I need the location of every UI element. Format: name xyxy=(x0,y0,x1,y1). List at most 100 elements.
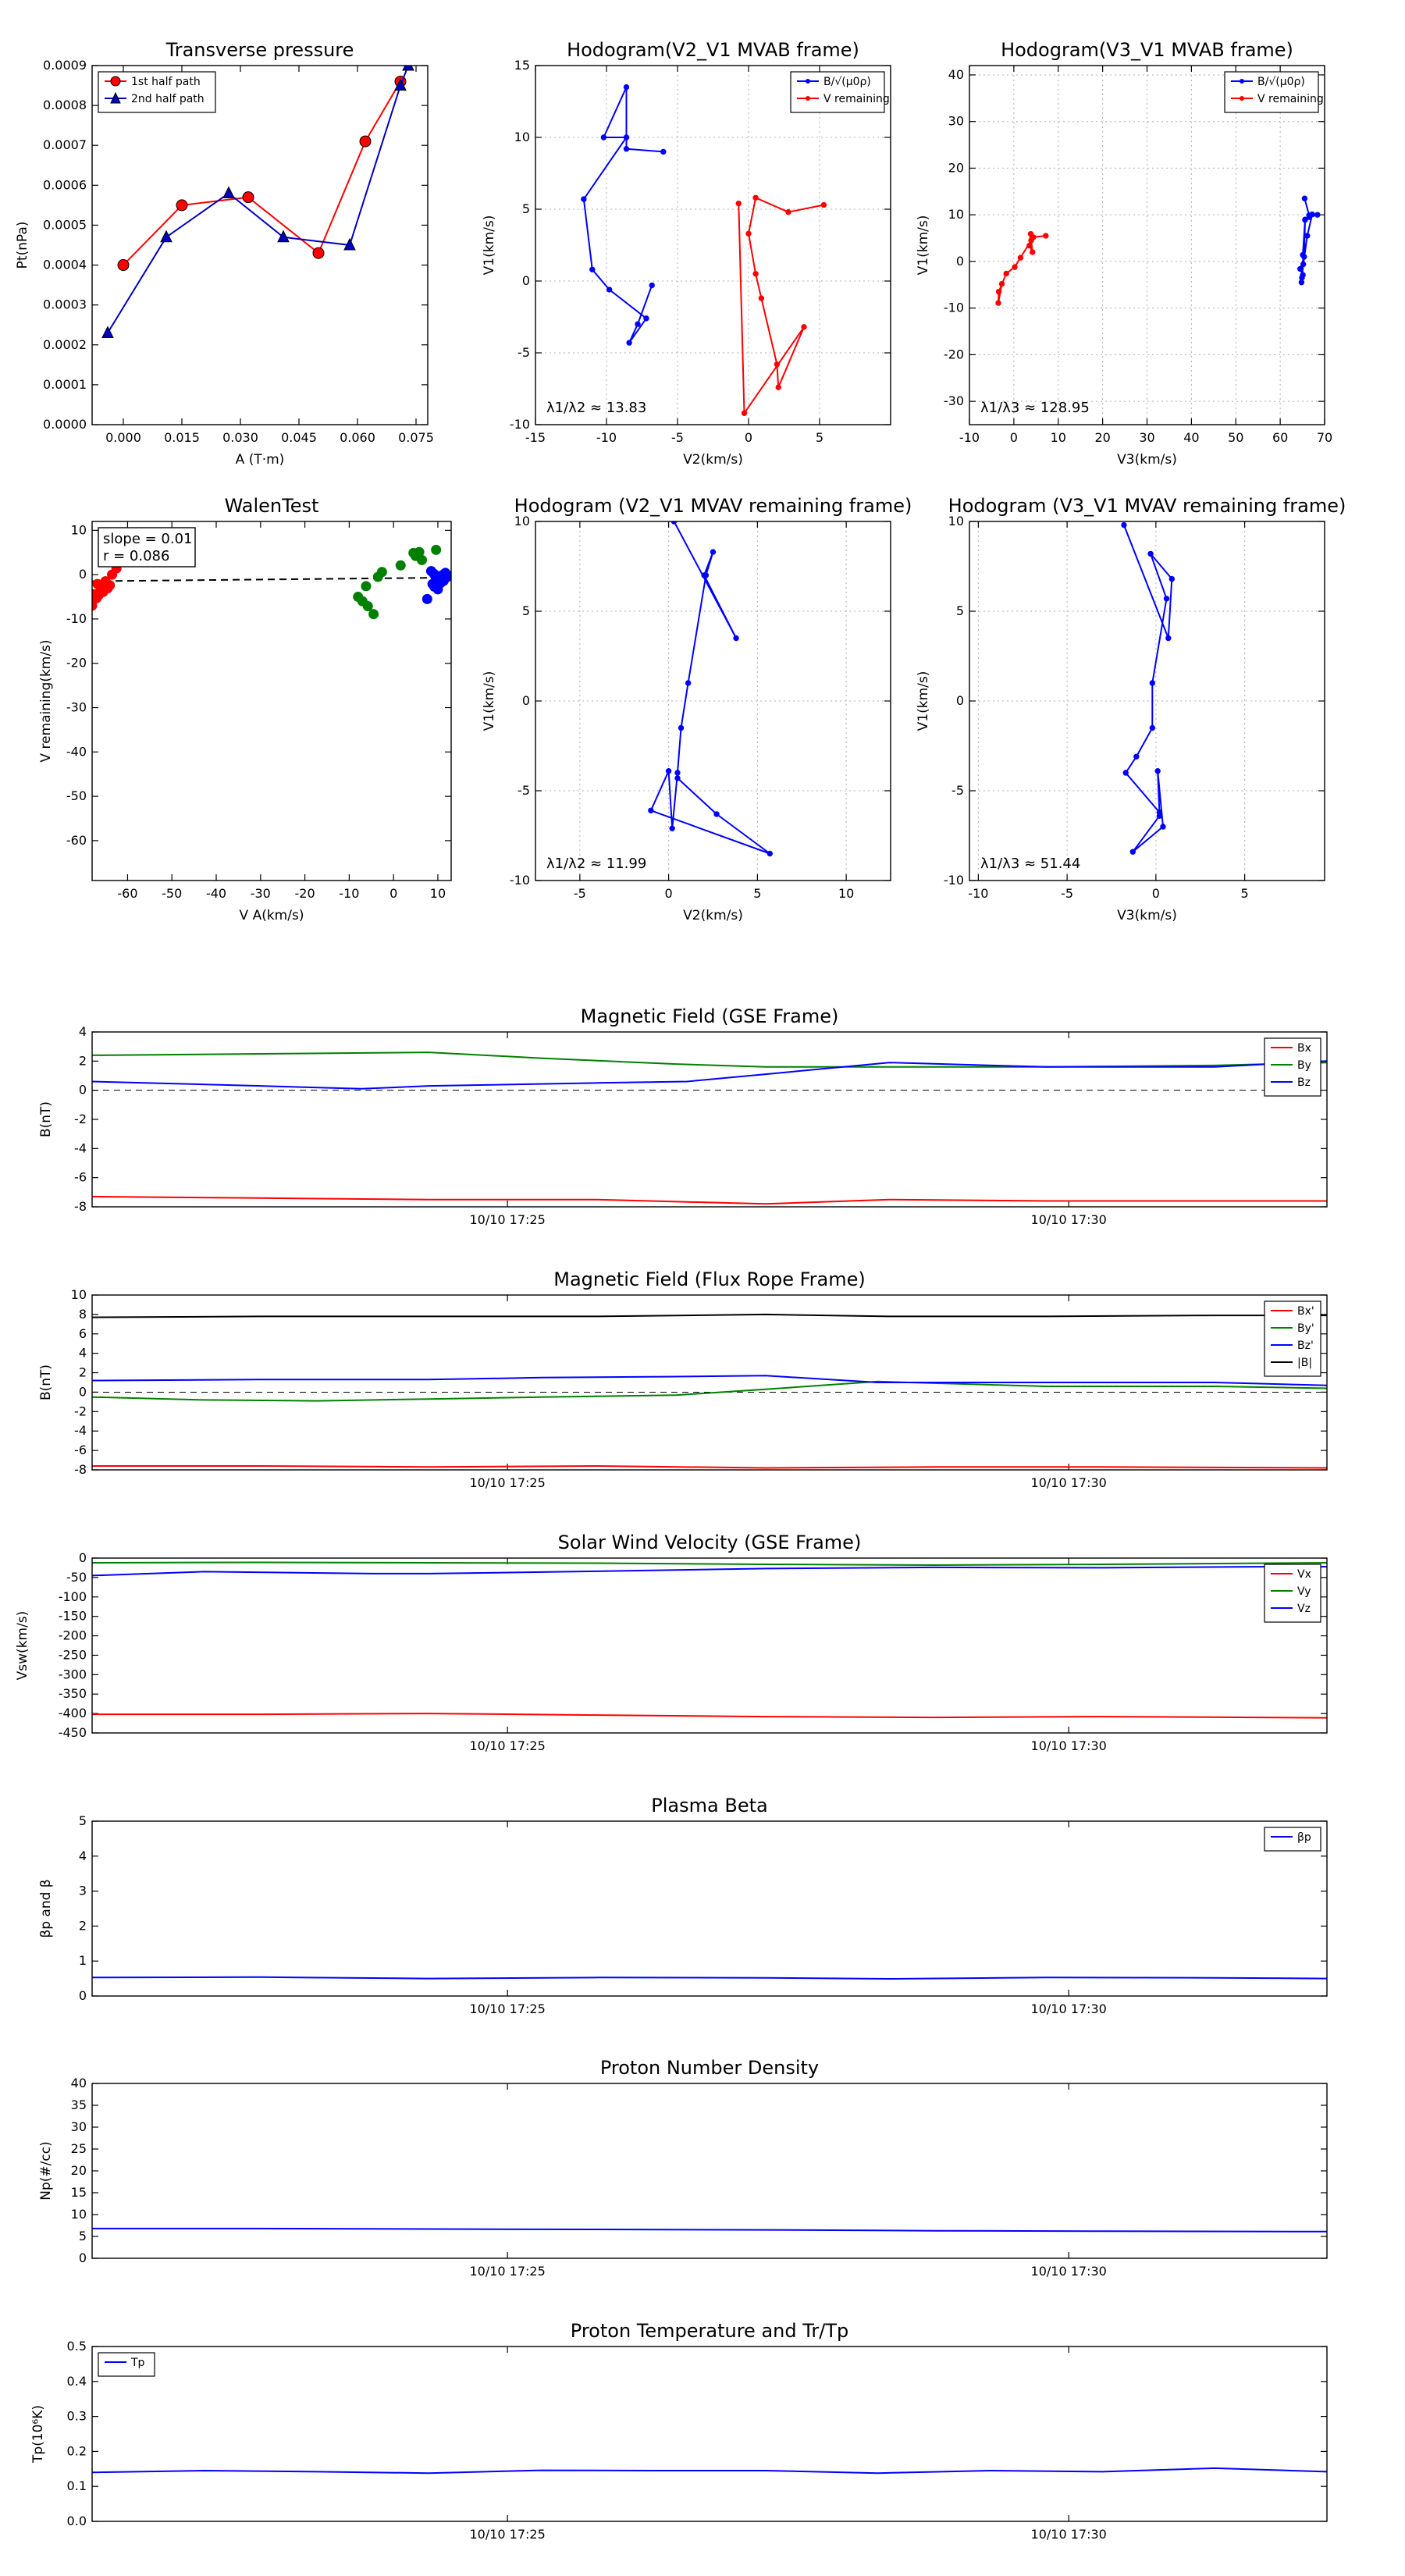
chart-title: Proton Temperature and Tr/Tp xyxy=(571,2320,848,2342)
series-vz xyxy=(92,1566,1327,1577)
x-tick-label: 50 xyxy=(1228,430,1243,445)
legend-marker xyxy=(110,76,121,87)
legend-marker xyxy=(1240,79,1244,84)
data-point xyxy=(312,247,325,259)
chart-title: Magnetic Field (GSE Frame) xyxy=(581,1005,839,1027)
legend-label: |B| xyxy=(1297,1357,1312,1369)
data-point xyxy=(589,266,596,272)
y-tick-label: -10 xyxy=(66,611,87,626)
data-point xyxy=(623,146,630,152)
y-tick-label: -450 xyxy=(59,1725,87,1740)
data-point xyxy=(1297,265,1304,272)
plot-frame xyxy=(91,1820,1328,1997)
series-vx xyxy=(92,1713,1327,1719)
x-tick-label: 30 xyxy=(1139,430,1154,445)
y-tick-label: -250 xyxy=(59,1647,87,1662)
x-tick-label: 0 xyxy=(1010,430,1018,445)
data-point xyxy=(277,229,290,243)
y-tick-label: 0 xyxy=(79,1384,87,1399)
data-point xyxy=(1301,195,1308,201)
x-axis-label: V3(km/s) xyxy=(1117,452,1177,468)
plot-area xyxy=(92,2467,1327,2475)
y-tick-label: 25 xyxy=(71,2141,87,2156)
series-bz- xyxy=(92,1375,1327,1386)
data-point xyxy=(665,768,672,774)
y-axis-label: B(nT) xyxy=(38,1101,54,1137)
legend-label: V remaining xyxy=(1257,93,1324,105)
series-0 xyxy=(1121,521,1176,855)
legend-marker xyxy=(806,96,810,101)
series-line xyxy=(92,1464,1327,1469)
y-tick-label: -10 xyxy=(944,873,964,888)
x-tick-label: 10 xyxy=(430,886,446,901)
data-point xyxy=(1043,233,1049,239)
x-tick-label: 60 xyxy=(1272,430,1288,445)
data-point xyxy=(1298,279,1305,286)
plot-frame xyxy=(91,2083,1328,2259)
y-tick-label: -20 xyxy=(944,347,964,361)
series-line xyxy=(92,1051,1327,1068)
y-tick-label: -8 xyxy=(74,1199,87,1214)
series-line xyxy=(92,1713,1327,1719)
data-point xyxy=(678,724,685,731)
chart-bgse: Magnetic Field (GSE Frame) 10/10 17:25 10/… xyxy=(38,1005,1328,1227)
x-tick-label: 0.015 xyxy=(164,430,200,445)
y-tick-label: 6 xyxy=(79,1326,87,1341)
legend-label: 2nd half path xyxy=(131,93,205,105)
chart-title: WalenTest xyxy=(225,495,319,517)
data-point xyxy=(623,84,630,91)
legend-label: B/√(μ0ρ) xyxy=(1257,76,1305,88)
data-point xyxy=(998,280,1005,287)
data-point xyxy=(1160,824,1166,830)
y-tick-label: -4 xyxy=(74,1140,87,1155)
y-tick-label: -50 xyxy=(66,788,87,803)
legend-label: Bz xyxy=(1297,1076,1311,1089)
x-axis-label: V A(km/s) xyxy=(240,908,304,923)
data-point xyxy=(1314,212,1321,218)
y-tick-label: 30 xyxy=(948,114,964,129)
data-point xyxy=(735,200,742,207)
scatter-point xyxy=(368,609,379,620)
x-tick-label: 10/10 17:25 xyxy=(469,2001,545,2016)
data-point xyxy=(1300,251,1306,258)
scatter-point xyxy=(431,544,442,555)
y-axis-label: B(nT) xyxy=(38,1364,54,1400)
figure-canvas: Transverse pressure0.000 0.015 0.030 0.045 0… xyxy=(15,39,1346,2542)
y-tick-label: -400 xyxy=(59,1706,87,1720)
chart-title: Plasma Beta xyxy=(651,1795,767,1816)
y-tick-label: -50 xyxy=(66,1570,87,1585)
series-tp xyxy=(92,2467,1327,2475)
x-tick-label: -10 xyxy=(959,430,980,445)
x-axis-label: V2(km/s) xyxy=(683,908,743,923)
data-point xyxy=(775,384,781,390)
y-tick-label: -10 xyxy=(510,873,530,888)
data-point xyxy=(1154,768,1161,774)
y-axis-label: V remaining(km/s) xyxy=(38,639,54,762)
y-tick-label: 0 xyxy=(79,567,87,582)
y-tick-label: 1 xyxy=(79,1953,87,1968)
y-axis-label: V1(km/s) xyxy=(916,215,931,276)
data-point xyxy=(160,229,173,243)
data-point xyxy=(702,572,710,578)
series-line xyxy=(92,2227,1327,2233)
plot-area xyxy=(92,1561,1327,1719)
chart-h3: Hodogram (V2_V1 MVAV remaining frame) -5 0… xyxy=(482,495,912,923)
series-line xyxy=(92,1561,1327,1567)
series-b-0- xyxy=(1297,195,1321,286)
x-tick-label: 10/10 17:30 xyxy=(1031,2264,1107,2279)
y-tick-label: 0.4 xyxy=(67,2374,87,2389)
x-tick-label: 10/10 17:30 xyxy=(1031,1212,1107,1227)
chart-walen: WalenTest -60 -50 -40 -30 -20 -10 0 10 -60 -50 -40 -… xyxy=(38,495,452,923)
plot-frame xyxy=(91,2346,1328,2522)
x-axis-label: V2(km/s) xyxy=(683,452,743,468)
data-point xyxy=(643,315,649,322)
chart-title: Transverse pressure xyxy=(165,39,354,61)
plot-area xyxy=(581,84,827,416)
series-2 xyxy=(422,566,451,604)
scatter-point xyxy=(376,567,387,578)
y-tick-label: 5 xyxy=(956,603,964,618)
y-tick-label: 0 xyxy=(522,273,530,288)
y-tick-label: 10 xyxy=(514,130,530,144)
legend: Bx' By' Bz' |B| xyxy=(1264,1300,1321,1377)
x-tick-label: 0 xyxy=(389,886,397,901)
